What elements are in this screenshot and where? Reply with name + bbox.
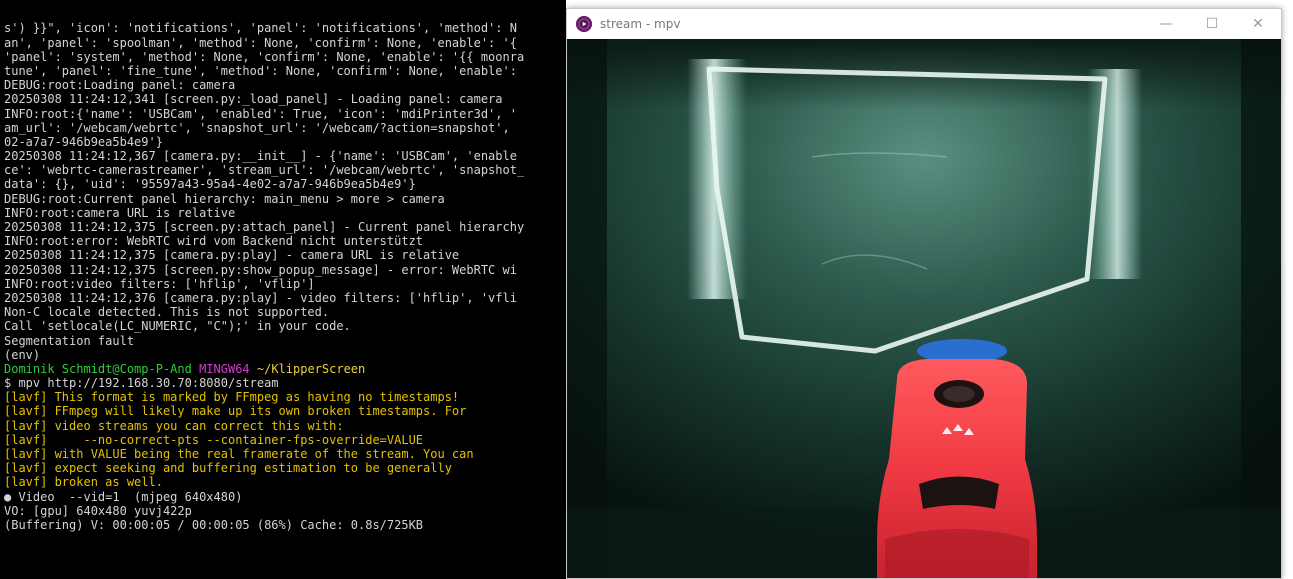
terminal-line: [lavf] with VALUE being the real framera… [4, 447, 474, 462]
terminal-line: $ mpv http://192.168.30.70:8080/stream [4, 376, 279, 391]
terminal-line: (Buffering) V: 00:00:05 / 00:00:05 (86%)… [4, 517, 424, 532]
terminal-line: ● Video --vid=1 (mjpeg 640x480) [4, 489, 243, 504]
terminal-line: Dominik Schmidt@Comp-P-And MINGW64 ~/Kli… [4, 362, 566, 376]
close-button[interactable]: ✕ [1235, 9, 1281, 39]
terminal-line: am_url': '/webcam/webrtc', 'snapshot_url… [4, 120, 510, 135]
terminal-window[interactable]: s') }}", 'icon': 'notifications', 'panel… [0, 0, 566, 579]
window-title: stream - mpv [600, 17, 681, 31]
terminal-line: [lavf] FFmpeg will likely make up its ow… [4, 404, 467, 419]
window-controls: — ☐ ✕ [1143, 9, 1281, 39]
terminal-line: INFO:root:{'name': 'USBCam', 'enabled': … [4, 106, 517, 121]
terminal-line: INFO:root:camera URL is relative [4, 205, 236, 220]
terminal-line: 'panel': 'system', 'method': None, 'conf… [4, 49, 525, 64]
terminal-line: [lavf] This format is marked by FFmpeg a… [4, 390, 460, 405]
maximize-button[interactable]: ☐ [1189, 9, 1235, 39]
terminal-line: VO: [gpu] 640x480 yuvj422p [4, 503, 192, 518]
prompt-shell: MINGW64 [199, 361, 257, 376]
terminal-line: tune', 'panel': 'fine_tune', 'method': N… [4, 63, 517, 78]
mpv-window[interactable]: stream - mpv — ☐ ✕ [566, 8, 1282, 579]
title-bar[interactable]: stream - mpv — ☐ ✕ [567, 9, 1281, 39]
terminal-line: ce': 'webrtc-camerastreamer', 'stream_ur… [4, 163, 525, 178]
terminal-line: 20250308 11:24:12,367 [camera.py:__init_… [4, 149, 517, 164]
terminal-line: s') }}", 'icon': 'notifications', 'panel… [4, 21, 517, 36]
terminal-line: Segmentation fault [4, 333, 135, 348]
prompt-user-host: Dominik Schmidt@Comp-P-And [4, 361, 200, 376]
terminal-line: 20250308 11:24:12,375 [screen.py:attach_… [4, 220, 525, 235]
terminal-line: [lavf] --no-correct-pts --container-fps-… [4, 432, 424, 447]
camera-stream-image [567, 39, 1281, 578]
minimize-button[interactable]: — [1143, 9, 1189, 39]
terminal-line: [lavf] video streams you can correct thi… [4, 418, 344, 433]
terminal-line: 20250308 11:24:12,341 [screen.py:_load_p… [4, 92, 503, 107]
terminal-output: s') }}", 'icon': 'notifications', 'panel… [4, 21, 566, 532]
terminal-line: 20250308 11:24:12,375 [screen.py:show_po… [4, 262, 517, 277]
terminal-line: data': {}, 'uid': '95597a43-95a4-4e02-a7… [4, 177, 416, 192]
terminal-line: (env) [4, 347, 41, 362]
terminal-line: [lavf] broken as well. [4, 475, 163, 490]
terminal-line: INFO:root:video filters: ['hflip', 'vfli… [4, 276, 315, 291]
terminal-line: an', 'panel': 'spoolman', 'method': None… [4, 35, 517, 50]
prompt-path: ~/KlipperScreen [256, 361, 366, 376]
terminal-line: DEBUG:root:Current panel hierarchy: main… [4, 191, 445, 206]
terminal-line: 20250308 11:24:12,376 [camera.py:play] -… [4, 290, 517, 305]
terminal-line: [lavf] expect seeking and buffering esti… [4, 461, 452, 476]
terminal-line: Call 'setlocale(LC_NUMERIC, "C");' in yo… [4, 319, 351, 334]
mpv-app-icon [576, 16, 592, 32]
terminal-line: 20250308 11:24:12,375 [camera.py:play] -… [4, 248, 460, 263]
terminal-line: DEBUG:root:Loading panel: camera [4, 78, 236, 93]
terminal-line: 02-a7a7-946b9ea5b4e9'} [4, 134, 163, 149]
terminal-line: Non-C locale detected. This is not suppo… [4, 305, 330, 320]
terminal-line: INFO:root:error: WebRTC wird vom Backend… [4, 234, 424, 249]
video-frame[interactable] [567, 39, 1281, 578]
